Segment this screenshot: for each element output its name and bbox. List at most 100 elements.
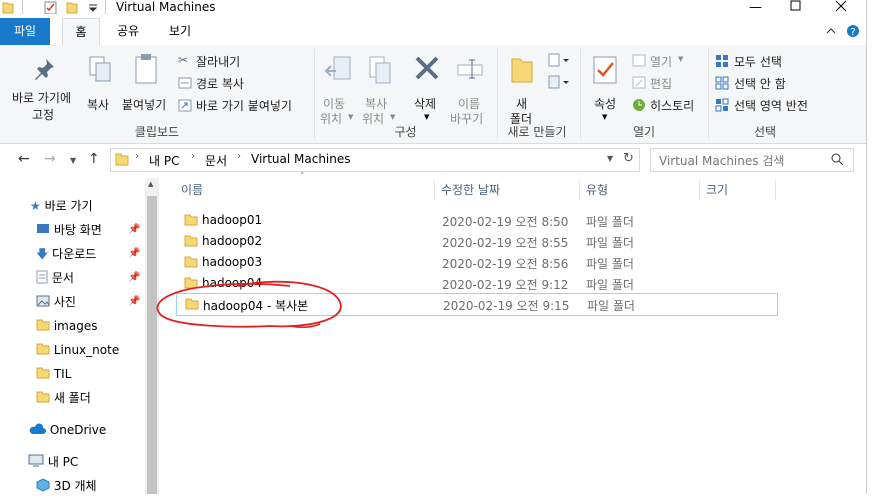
- pin-icon[interactable]: 📌: [128, 266, 140, 290]
- organize-group-label: 구성: [394, 125, 417, 139]
- nav-item-linux-note[interactable]: Linux_note: [36, 338, 119, 362]
- history-label: 히스토리: [650, 99, 695, 113]
- nav-item-label: 바탕 화면: [53, 223, 102, 237]
- nav-item-label: images: [53, 319, 98, 333]
- copy-to-button[interactable]: 복사 위치 ▼: [362, 51, 398, 126]
- new-folder-qa-icon[interactable]: [66, 1, 78, 14]
- refresh-icon[interactable]: ↻: [623, 151, 634, 166]
- nav-item-documents[interactable]: 문서 📌: [36, 266, 144, 290]
- nav-item-downloads[interactable]: 🡇 다운로드 📌: [36, 242, 144, 266]
- nav-item-images[interactable]: images: [36, 314, 97, 338]
- new-folder-button[interactable]: 새 폴더: [504, 51, 540, 126]
- help-icon[interactable]: ?: [846, 24, 860, 38]
- select-none-label: 선택 안 함: [734, 77, 786, 91]
- new-folder-icon: [511, 58, 533, 83]
- select-all-icon: [716, 55, 728, 67]
- maximize-button[interactable]: [790, 0, 802, 12]
- file-modified: 2020-02-19 오전 8:50: [442, 215, 569, 229]
- breadcrumb-chevron-icon: ›: [191, 151, 195, 162]
- nav-onedrive[interactable]: OneDrive: [28, 418, 106, 442]
- copy-button[interactable]: 복사: [84, 51, 116, 121]
- file-name: hadoop03: [202, 255, 263, 269]
- close-button[interactable]: [835, 0, 847, 12]
- properties-label: 속성: [594, 97, 617, 111]
- clipboard-group-label: 클립보드: [134, 125, 180, 139]
- rename-button[interactable]: 이름 바꾸기: [450, 51, 494, 126]
- tab-file[interactable]: 파일: [0, 18, 50, 45]
- column-divider[interactable]: [434, 180, 435, 200]
- pin-icon[interactable]: 📌: [128, 290, 140, 314]
- file-type: 파일 폴더: [586, 278, 634, 292]
- properties-qa-icon[interactable]: [44, 1, 58, 14]
- folder-icon: [36, 367, 50, 379]
- paste-shortcut-icon: [178, 99, 192, 112]
- easy-access-icon[interactable]: [548, 75, 570, 91]
- chevron-down-icon[interactable]: ▼: [607, 154, 613, 163]
- file-type: 파일 폴더: [587, 299, 635, 313]
- column-divider[interactable]: [775, 180, 776, 200]
- back-button[interactable]: ←: [18, 151, 30, 167]
- delete-label: 삭제: [414, 97, 437, 111]
- forward-button[interactable]: →: [44, 151, 56, 167]
- nav-item-desktop[interactable]: 바탕 화면 📌: [36, 218, 144, 242]
- column-divider[interactable]: [579, 180, 580, 200]
- search-icon[interactable]: [831, 153, 844, 166]
- select-none-icon: [715, 76, 729, 90]
- breadcrumb-this-pc[interactable]: 내 PC: [149, 152, 179, 169]
- cloud-icon: [29, 423, 46, 434]
- minimize-button[interactable]: —: [749, 0, 762, 15]
- navigation-pane: ★ 바로 가기 바탕 화면 📌 🡇 다운로드 📌 문서 📌 사진 📌 image…: [0, 178, 145, 494]
- recent-locations-button[interactable]: ▼: [70, 156, 76, 165]
- tab-share[interactable]: 공유: [112, 18, 144, 45]
- tab-home[interactable]: 홈: [62, 18, 100, 46]
- nav-scrollbar-thumb[interactable]: [147, 196, 157, 494]
- nav-item-label: 다운로드: [52, 247, 97, 261]
- file-modified: 2020-02-19 오전 8:55: [442, 236, 569, 250]
- new-item-icon[interactable]: [548, 53, 570, 69]
- pictures-icon: [36, 295, 50, 307]
- breadcrumb-chevron-icon: ›: [135, 151, 139, 162]
- delete-button[interactable]: 삭제 ▼: [410, 51, 446, 121]
- column-header-type[interactable]: 유형: [586, 178, 608, 202]
- nav-item-pictures[interactable]: 사진 📌: [36, 290, 144, 314]
- clipboard-icon: [135, 54, 157, 84]
- nav-this-pc[interactable]: 내 PC: [28, 450, 78, 474]
- breadcrumb-documents[interactable]: 문서: [205, 152, 227, 169]
- nav-this-pc-label: 내 PC: [47, 455, 79, 469]
- move-to-button[interactable]: 이동 위치 ▼: [320, 51, 356, 126]
- column-header-size[interactable]: 크기: [706, 178, 728, 202]
- collapse-ribbon-icon[interactable]: [826, 27, 836, 35]
- nav-item-til[interactable]: TIL: [36, 362, 71, 386]
- breadcrumb-virtual-machines[interactable]: Virtual Machines: [251, 152, 351, 166]
- search-box[interactable]: Virtual Machines 검색: [650, 148, 854, 172]
- file-row[interactable]: hadoop03 2020-02-19 오전 8:56 파일 폴더: [176, 252, 776, 273]
- nav-item-new-folder[interactable]: 새 폴더: [36, 386, 91, 410]
- edit-label: 편집: [650, 77, 673, 91]
- column-divider[interactable]: [699, 180, 700, 200]
- computer-icon: [28, 454, 44, 467]
- address-bar[interactable]: › 내 PC › 문서 › Virtual Machines ▼ ↻: [110, 148, 640, 172]
- pin-quick-access-button[interactable]: 바로 가기에 고정: [8, 51, 84, 122]
- up-button[interactable]: ↑: [88, 151, 100, 167]
- paste-button[interactable]: 붙여넣기: [120, 51, 170, 121]
- properties-icon: [593, 56, 617, 84]
- folder-icon: [36, 319, 50, 331]
- column-header-modified[interactable]: 수정한 날짜: [441, 178, 500, 202]
- scroll-up-icon[interactable]: ▲: [148, 180, 153, 188]
- sort-ascending-icon: ˄: [300, 172, 305, 182]
- nav-quick-access-label: 바로 가기: [44, 199, 93, 213]
- customize-qa-icon[interactable]: [88, 3, 98, 13]
- document-icon: [36, 270, 48, 284]
- nav-quick-access[interactable]: ★ 바로 가기: [30, 194, 93, 218]
- column-header-name[interactable]: 이름: [181, 178, 203, 202]
- properties-button[interactable]: 속성 ▼: [586, 51, 626, 121]
- file-row[interactable]: hadoop01 2020-02-19 오전 8:50 파일 폴더: [176, 210, 776, 231]
- rename-icon: [457, 59, 483, 79]
- ribbon-tabs: 파일 홈 공유 보기 ?: [0, 18, 866, 46]
- nav-3d-objects[interactable]: 3D 개체: [36, 474, 97, 498]
- tab-view[interactable]: 보기: [160, 18, 200, 45]
- pin-icon[interactable]: 📌: [128, 218, 140, 242]
- folder-icon: [184, 214, 198, 226]
- pin-icon[interactable]: 📌: [128, 242, 140, 266]
- file-row[interactable]: hadoop02 2020-02-19 오전 8:55 파일 폴더: [176, 231, 776, 252]
